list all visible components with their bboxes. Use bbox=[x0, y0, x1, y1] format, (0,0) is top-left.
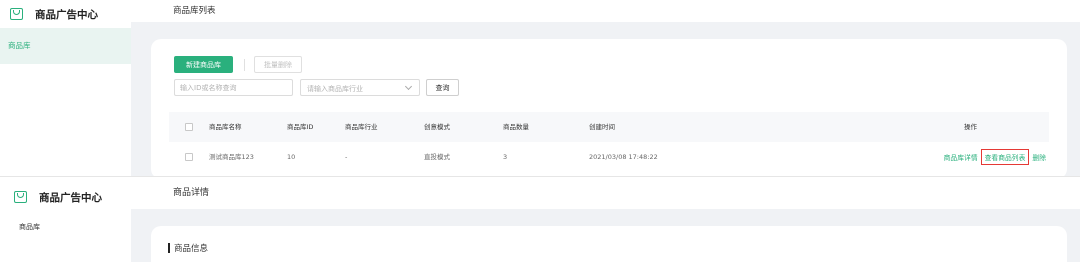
header-mode: 创意模式 bbox=[424, 123, 450, 131]
sidebar-item-product-library[interactable]: 商品库 bbox=[0, 217, 131, 247]
product-library-list-panel: 商品广告中心 商品库 商品库列表 新建商品库 批量删除 请输入商品库行业 查询 … bbox=[0, 0, 1080, 176]
section-title: 商品信息 bbox=[174, 244, 209, 254]
section-marker bbox=[168, 243, 170, 253]
cell-count: 3 bbox=[503, 153, 508, 161]
table-header-row: 商品库名称 商品库ID 商品库行业 创意模式 商品数量 创建时间 操作 bbox=[169, 112, 1049, 142]
header-created: 创建时间 bbox=[589, 123, 615, 131]
page-title: 商品详情 bbox=[131, 177, 1080, 209]
sidebar: 商品库 bbox=[0, 28, 131, 176]
header-actions: 操作 bbox=[964, 123, 977, 131]
header-name: 商品库名称 bbox=[209, 123, 242, 131]
header-id: 商品库ID bbox=[287, 123, 314, 131]
section-header: 商品信息 bbox=[168, 242, 208, 254]
shopping-bag-icon bbox=[10, 8, 23, 20]
sidebar-header: 商品广告中心 bbox=[0, 177, 131, 217]
brand-title: 商品广告中心 bbox=[39, 191, 102, 204]
list-card: 新建商品库 批量删除 请输入商品库行业 查询 商品库名称 商品库ID 商品库行业… bbox=[151, 39, 1067, 176]
chevron-down-icon bbox=[404, 82, 413, 91]
row-actions: 商品库详情 查看商品列表 删除 bbox=[944, 142, 1046, 172]
toolbar-divider bbox=[244, 59, 245, 71]
query-button[interactable]: 查询 bbox=[426, 79, 459, 96]
detail-card: 商品信息 bbox=[151, 226, 1067, 262]
shopping-bag-icon bbox=[14, 191, 27, 203]
cell-created: 2021/03/08 17:48:22 bbox=[589, 153, 658, 161]
industry-select-placeholder: 请输入商品库行业 bbox=[307, 85, 363, 93]
table-row: 测试商品库123 10 - 直投模式 3 2021/03/08 17:48:22… bbox=[169, 142, 1049, 172]
search-input[interactable] bbox=[174, 79, 293, 96]
sidebar-item-product-library[interactable]: 商品库 bbox=[0, 28, 131, 64]
product-detail-panel: 商品广告中心 商品库 商品详情 商品信息 bbox=[0, 176, 1080, 262]
view-product-list-link[interactable]: 查看商品列表 bbox=[980, 149, 1030, 165]
cell-id: 10 bbox=[287, 153, 296, 161]
row-checkbox[interactable] bbox=[185, 153, 193, 161]
sidebar-header: 商品广告中心 bbox=[0, 0, 131, 28]
main-content: 新建商品库 批量删除 请输入商品库行业 查询 商品库名称 商品库ID 商品库行业… bbox=[131, 22, 1080, 176]
cell-industry: - bbox=[345, 153, 348, 161]
industry-select[interactable]: 请输入商品库行业 bbox=[300, 79, 420, 96]
new-product-library-button[interactable]: 新建商品库 bbox=[174, 56, 233, 73]
cell-name: 测试商品库123 bbox=[209, 153, 254, 161]
header-count: 商品数量 bbox=[503, 123, 529, 131]
header-industry: 商品库行业 bbox=[345, 123, 378, 131]
page-title: 商品库列表 bbox=[131, 0, 1080, 22]
library-detail-link[interactable]: 商品库详情 bbox=[944, 152, 978, 162]
product-library-table: 商品库名称 商品库ID 商品库行业 创意模式 商品数量 创建时间 操作 测试商品… bbox=[169, 112, 1049, 172]
cell-mode: 直投模式 bbox=[424, 153, 450, 161]
delete-link[interactable]: 删除 bbox=[1032, 152, 1046, 162]
main-content: 商品信息 bbox=[131, 209, 1080, 262]
sidebar: 商品库 bbox=[0, 217, 131, 262]
select-all-checkbox[interactable] bbox=[185, 123, 193, 131]
batch-delete-button[interactable]: 批量删除 bbox=[254, 56, 302, 73]
brand-title: 商品广告中心 bbox=[35, 8, 98, 21]
